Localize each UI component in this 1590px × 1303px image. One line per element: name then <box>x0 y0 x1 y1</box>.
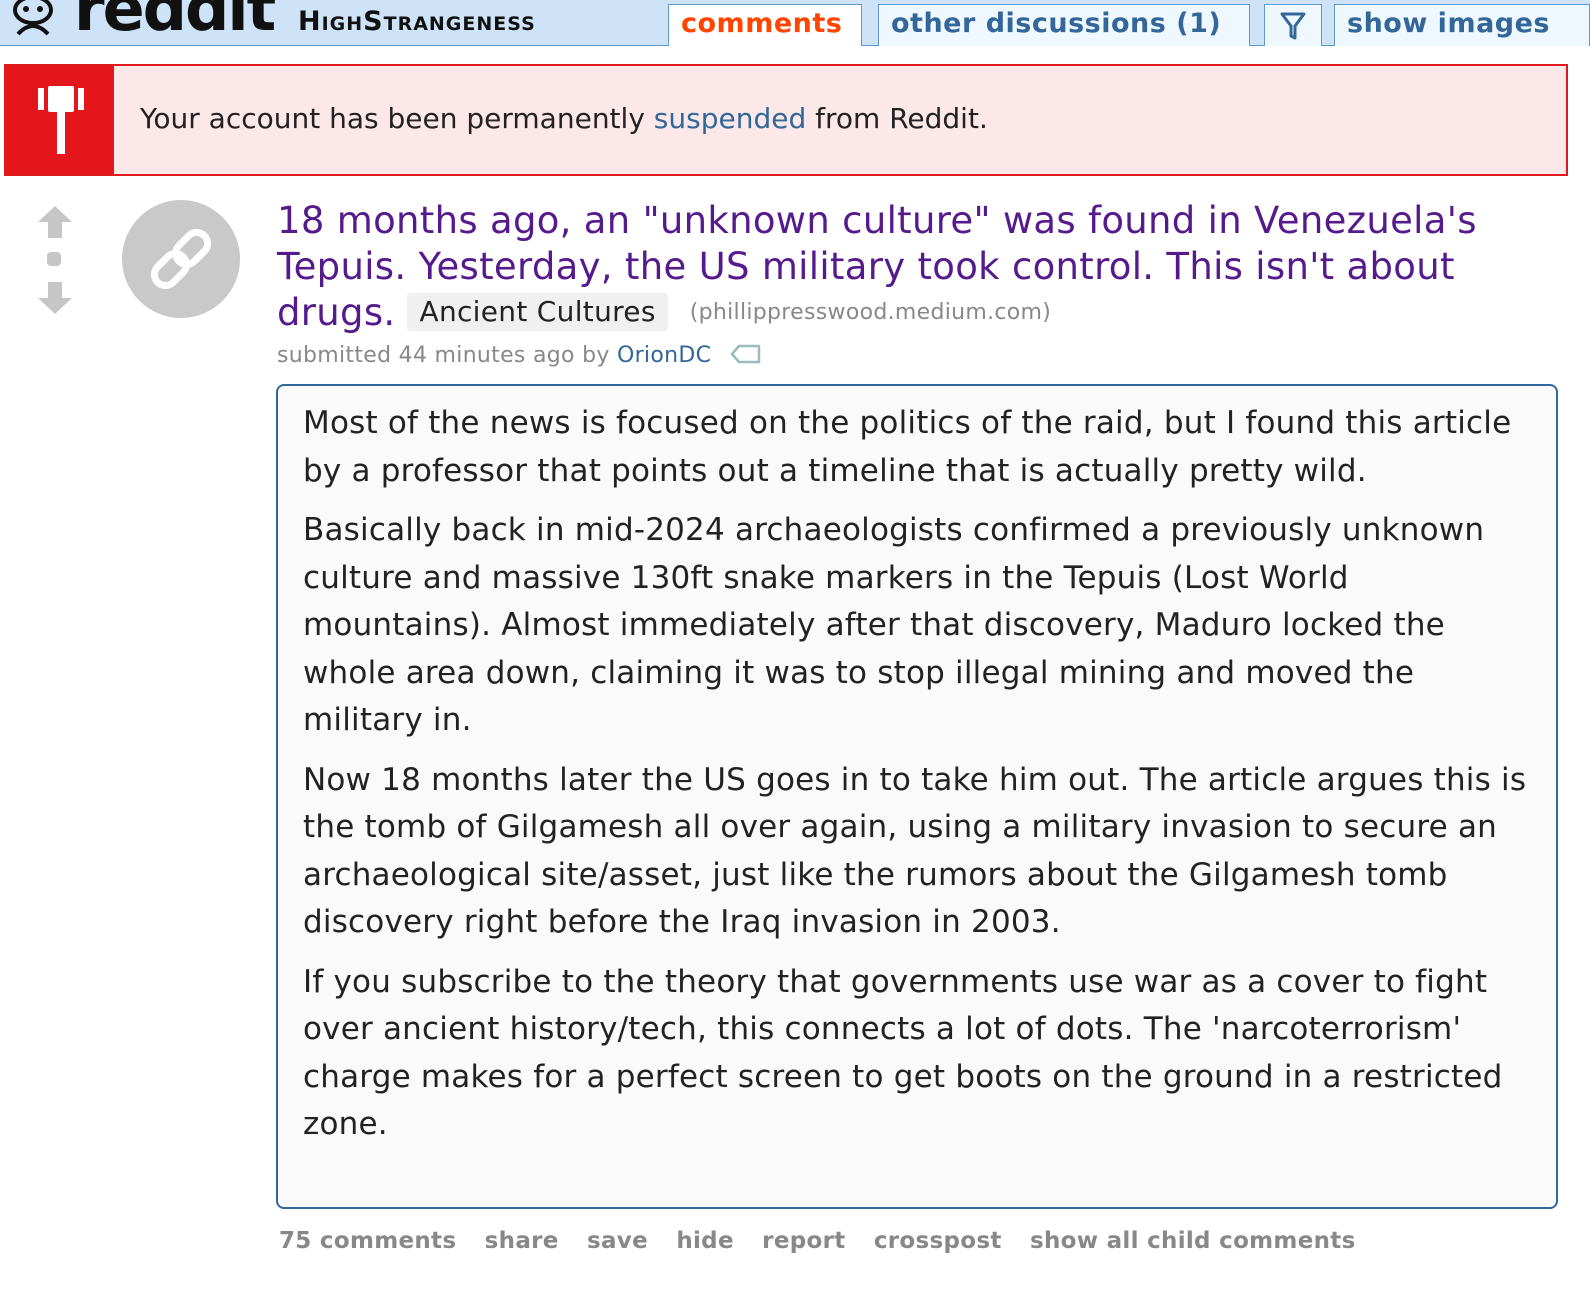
post-thumbnail[interactable] <box>122 200 240 318</box>
crosspost-button[interactable]: crosspost <box>874 1228 1002 1254</box>
reddit-wordmark: reddit <box>74 0 276 45</box>
suspension-text-end: from Reddit. <box>806 102 988 135</box>
author-link[interactable]: OrionDC <box>617 343 711 368</box>
suspended-link[interactable]: suspended <box>654 102 806 135</box>
report-button[interactable]: report <box>762 1228 845 1254</box>
link-icon <box>122 228 240 322</box>
save-button[interactable]: save <box>587 1228 648 1254</box>
gavel-icon <box>6 86 114 178</box>
post-selftext: Most of the news is focused on the polit… <box>276 384 1558 1209</box>
post-buttons: 75 comments share save hide report cross… <box>279 1228 1376 1254</box>
selftext-paragraph: If you subscribe to the theory that gove… <box>303 963 1503 1143</box>
tab-comments[interactable]: comments <box>668 4 862 46</box>
suspension-icon-box <box>6 66 114 174</box>
reddit-alien-icon <box>6 0 60 40</box>
tagline-text: submitted 44 minutes ago by <box>277 343 617 368</box>
selftext-paragraph: Basically back in mid-2024 archaeologist… <box>303 512 1485 738</box>
downvote-icon[interactable] <box>36 280 74 320</box>
tag-icon[interactable] <box>729 343 763 371</box>
share-button[interactable]: share <box>485 1228 559 1254</box>
suspension-banner: Your account has been permanently suspen… <box>4 64 1568 176</box>
suspension-text-start: Your account has been permanently <box>140 102 654 135</box>
selftext-paragraph: Now 18 months later the US goes in to ta… <box>303 761 1527 941</box>
reddit-logo[interactable]: reddit <box>0 0 276 45</box>
header: reddit HighStrangeness comments other di… <box>0 0 1590 46</box>
selftext-paragraph: Most of the news is focused on the polit… <box>303 405 1512 489</box>
comments-button[interactable]: 75 comments <box>279 1228 456 1254</box>
tab-other-discussions[interactable]: other discussions (1) <box>878 4 1250 46</box>
post-domain[interactable]: (phillippresswood.medium.com) <box>690 300 1051 325</box>
suspension-message: Your account has been permanently suspen… <box>140 102 988 135</box>
vote-column <box>30 200 80 320</box>
tab-filter[interactable] <box>1264 4 1322 46</box>
post-title: 18 months ago, an "unknown culture" was … <box>277 198 1567 336</box>
tab-show-images[interactable]: show images <box>1334 4 1590 46</box>
show-all-child-comments-button[interactable]: show all child comments <box>1030 1228 1356 1254</box>
post-tagline: submitted 44 minutes ago by OrionDC <box>277 343 763 371</box>
score-indicator <box>47 252 61 266</box>
subreddit-name[interactable]: HighStrangeness <box>298 6 536 37</box>
upvote-icon[interactable] <box>36 204 74 244</box>
post-flair[interactable]: Ancient Cultures <box>407 293 668 331</box>
hide-button[interactable]: hide <box>676 1228 734 1254</box>
filter-icon <box>1280 12 1306 49</box>
